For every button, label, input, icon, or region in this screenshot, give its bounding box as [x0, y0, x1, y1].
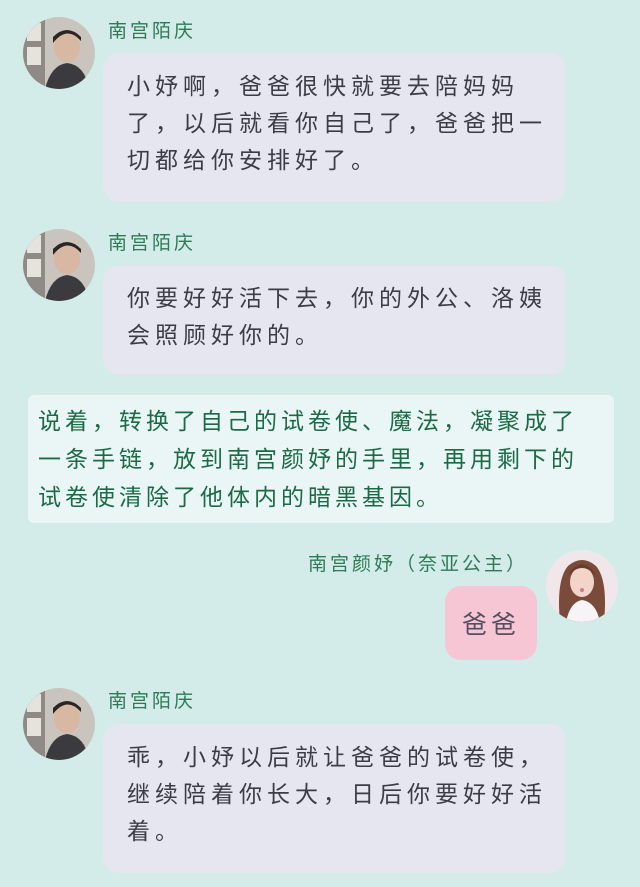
daughter-portrait-icon	[546, 550, 618, 622]
father-portrait-icon	[23, 17, 95, 89]
message-bubble[interactable]: 乖，小妤以后就让爸爸的试卷使， 继续陪着你长大，日后你要好好活 着。	[103, 724, 566, 873]
daughter-avatar[interactable]	[546, 550, 618, 622]
father-avatar[interactable]	[23, 17, 95, 89]
message-bubble[interactable]: 你要好好活下去，你的外公、洛姨 会照顾好你的。	[103, 265, 566, 375]
message-line: 着。	[127, 819, 183, 845]
sender-name: 南宫陌庆	[108, 690, 197, 712]
father-avatar[interactable]	[23, 229, 95, 301]
narration-line: 说着，转换了自己的试卷使、魔法，凝聚成了	[38, 409, 578, 435]
message-line: 切都给你安排好了。	[127, 148, 379, 174]
narration-line: 试卷使清除了他体内的暗黑基因。	[38, 485, 443, 511]
sender-name: 南宫陌庆	[108, 20, 197, 42]
message-line: 会照顾好你的。	[127, 323, 323, 349]
message-line: 你要好好活下去，你的外公、洛姨	[127, 286, 547, 312]
father-portrait-icon	[23, 688, 95, 760]
message-line: 小妤啊，爸爸很快就要去陪妈妈	[127, 74, 519, 100]
father-portrait-icon	[23, 229, 95, 301]
sender-name: 南宫颜妤（奈亚公主）	[308, 553, 529, 575]
sender-name: 南宫陌庆	[108, 232, 197, 254]
father-avatar[interactable]	[23, 688, 95, 760]
message-line: 乖，小妤以后就让爸爸的试卷使，	[127, 745, 547, 771]
message-line: 了，以后就看你自己了，爸爸把一	[127, 111, 547, 137]
message-bubble[interactable]: 小妤啊，爸爸很快就要去陪妈妈 了，以后就看你自己了，爸爸把一 切都给你安排好了。	[103, 53, 566, 202]
narration-line: 一条手链，放到南宫颜妤的手里，再用剩下的	[38, 447, 578, 473]
message-bubble[interactable]: 爸爸	[445, 586, 537, 660]
narration-box: 说着，转换了自己的试卷使、魔法，凝聚成了 一条手链，放到南宫颜妤的手里，再用剩下…	[28, 395, 614, 523]
message-line: 继续陪着你长大，日后你要好好活	[127, 782, 547, 808]
